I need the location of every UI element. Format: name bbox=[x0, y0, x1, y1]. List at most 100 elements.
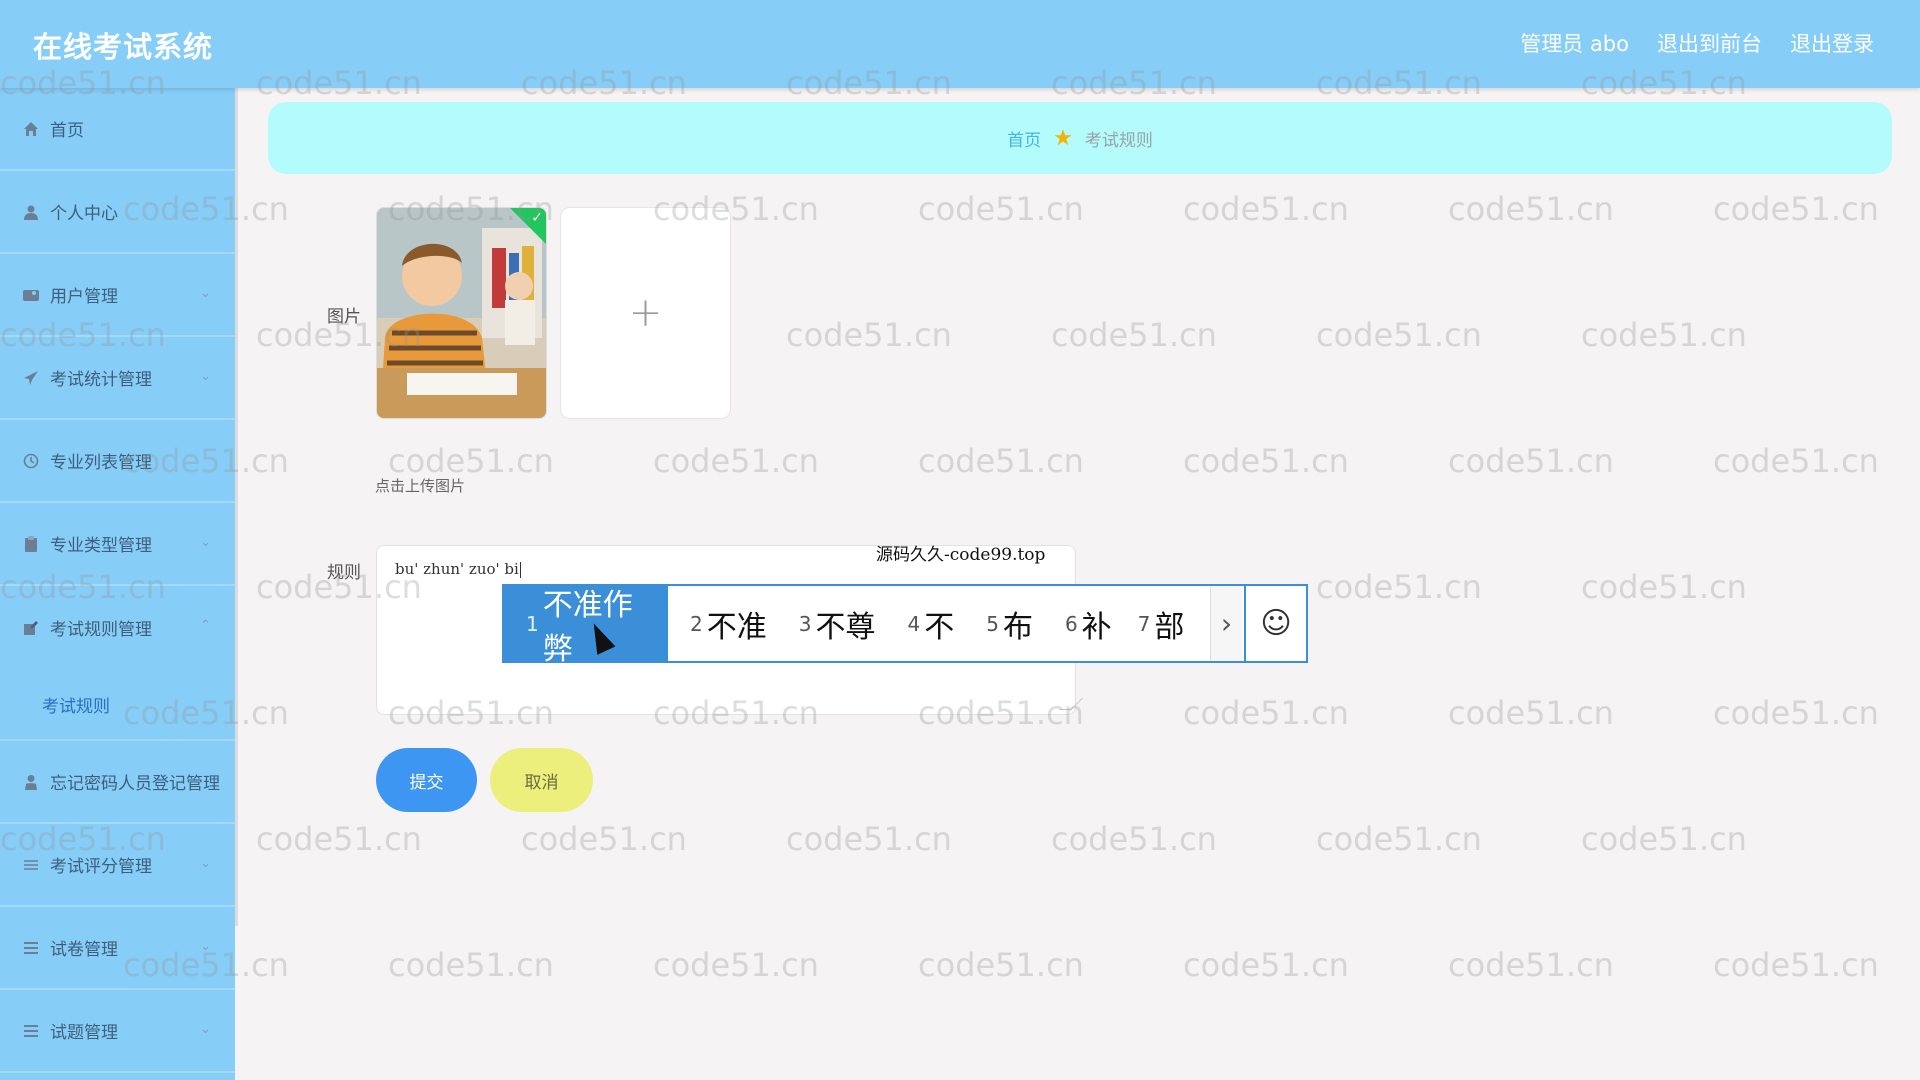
top-header: 在线考试系统 管理员 abo 退出到前台 退出登录 bbox=[0, 0, 1920, 88]
watermark: code51.cn bbox=[1051, 316, 1217, 354]
ime-candidate-bar: 1 不准作弊 2 不准 3 不尊 4 不 5 布 6 补 7 部 › ☺ bbox=[502, 584, 1308, 667]
edit-icon bbox=[22, 619, 40, 637]
sidebar-divider bbox=[235, 88, 238, 926]
ime-candidate-text: 不尊 bbox=[815, 609, 876, 645]
clock-icon bbox=[22, 452, 40, 470]
sidebar-item-user-management[interactable]: 用户管理 ⌄ bbox=[0, 254, 235, 337]
watermark: code51.cn bbox=[1316, 820, 1482, 858]
users-icon bbox=[22, 286, 40, 304]
ime-candidate-4[interactable]: 4 不 bbox=[891, 586, 970, 661]
ime-candidate-6[interactable]: 6 补 bbox=[1049, 586, 1128, 661]
add-image-button[interactable]: + bbox=[560, 207, 731, 419]
resize-grip-icon[interactable] bbox=[1059, 698, 1083, 710]
user-icon bbox=[22, 203, 40, 221]
ime-next-page-button[interactable]: › bbox=[1210, 586, 1242, 661]
breadcrumb-home-link[interactable]: 首页 bbox=[1007, 126, 1041, 151]
sidebar-item-major-type[interactable]: 专业类型管理 ⌄ bbox=[0, 503, 235, 586]
app-title: 在线考试系统 bbox=[33, 30, 214, 64]
ime-candidate-text: 布 bbox=[1002, 609, 1033, 645]
ime-candidate-text: 部 bbox=[1154, 609, 1185, 645]
watermark: code51.cn bbox=[918, 190, 1084, 228]
submit-button[interactable]: 提交 bbox=[376, 748, 477, 812]
watermark: code51.cn bbox=[1183, 694, 1349, 732]
uploaded-check-badge: ✓ bbox=[510, 208, 546, 244]
chevron-up-icon: ⌃ bbox=[200, 618, 211, 633]
ime-candidate-text: 补 bbox=[1081, 609, 1112, 645]
sidebar-item-major-list[interactable]: 专业列表管理 bbox=[0, 420, 235, 503]
cancel-button[interactable]: 取消 bbox=[490, 748, 593, 812]
sidebar-item-label: 专业列表管理 bbox=[50, 453, 152, 473]
ime-emoji-button[interactable]: ☺ bbox=[1244, 586, 1306, 661]
sidebar-item-label: 试题管理 bbox=[50, 1023, 118, 1043]
watermark: code51.cn bbox=[1713, 946, 1879, 984]
admin-user-label: 管理员 abo bbox=[1520, 32, 1629, 56]
sidebar-subitem-label: 考试规则 bbox=[42, 696, 110, 717]
sidebar-item-home[interactable]: 首页 bbox=[0, 88, 235, 171]
image-field-label: 图片 bbox=[327, 307, 361, 327]
watermark: code51.cn bbox=[1581, 568, 1747, 606]
sidebar-item-label: 考试规则管理 bbox=[50, 620, 152, 640]
logout-link[interactable]: 退出登录 bbox=[1790, 28, 1874, 58]
watermark: code51.cn bbox=[1581, 820, 1747, 858]
watermark: code51.cn bbox=[653, 442, 819, 480]
ime-candidate-3[interactable]: 3 不尊 bbox=[783, 586, 892, 661]
watermark: code51.cn bbox=[1713, 442, 1879, 480]
watermark: code51.cn bbox=[1051, 820, 1217, 858]
ime-candidate-5[interactable]: 5 布 bbox=[970, 586, 1049, 661]
sidebar-item-label: 个人中心 bbox=[50, 204, 118, 224]
sidebar-item-papers[interactable]: 试卷管理 ⌄ bbox=[0, 907, 235, 990]
send-icon bbox=[22, 369, 40, 387]
sidebar-item-exam-rules-management[interactable]: 考试规则管理 ⌃ bbox=[0, 586, 235, 669]
sidebar-item-label: 用户管理 bbox=[50, 287, 118, 307]
watermark: code51.cn bbox=[1448, 442, 1614, 480]
watermark: code51.cn bbox=[1316, 568, 1482, 606]
chevron-down-icon: ⌄ bbox=[200, 1022, 211, 1037]
ime-candidate-number: 2 bbox=[690, 611, 703, 636]
upload-hint-text: 点击上传图片 bbox=[375, 477, 466, 495]
breadcrumb: 首页 ★ 考试规则 bbox=[268, 102, 1892, 174]
sliders-icon bbox=[22, 856, 40, 874]
rules-pinyin-text: bu' zhun' zuo' bi bbox=[395, 560, 519, 578]
ime-candidate-1[interactable]: 1 不准作弊 bbox=[504, 586, 668, 667]
chevron-down-icon: ⌄ bbox=[200, 535, 211, 550]
plus-icon: + bbox=[628, 290, 663, 336]
watermark: code51.cn bbox=[786, 316, 952, 354]
text-caret bbox=[519, 562, 521, 578]
ime-candidate-2[interactable]: 2 不准 bbox=[668, 586, 783, 661]
ime-candidate-number: 6 bbox=[1064, 611, 1078, 636]
list-icon bbox=[22, 1022, 40, 1040]
sidebar-item-exam-stats[interactable]: 考试统计管理 ⌄ bbox=[0, 337, 235, 420]
ime-candidate-7[interactable]: 7 部 bbox=[1128, 586, 1195, 661]
ime-candidate-number: 7 bbox=[1137, 611, 1151, 636]
sidebar-item-questions[interactable]: 试题管理 ⌄ bbox=[0, 990, 235, 1073]
watermark: code51.cn bbox=[1183, 190, 1349, 228]
watermark: code51.cn bbox=[1448, 190, 1614, 228]
sidebar-item-label: 首页 bbox=[50, 121, 84, 141]
sidebar-item-label: 考试评分管理 bbox=[50, 857, 152, 877]
chevron-down-icon: ⌄ bbox=[200, 286, 211, 301]
breadcrumb-current: 考试规则 bbox=[1084, 130, 1153, 151]
ime-candidate-number: 1 bbox=[526, 611, 539, 636]
watermark: code51.cn bbox=[1448, 694, 1614, 732]
sidebar-item-label: 忘记密码人员登记管理 bbox=[50, 774, 220, 794]
rules-textarea-value: bu' zhun' zuo' bi bbox=[395, 560, 521, 578]
watermark: code51.cn bbox=[1448, 946, 1614, 984]
sidebar-item-exam-scoring[interactable]: 考试评分管理 ⌄ bbox=[0, 824, 235, 907]
watermark: code51.cn bbox=[388, 946, 554, 984]
uploaded-image-thumbnail[interactable]: ✓ bbox=[376, 207, 547, 419]
watermark: code51.cn bbox=[918, 442, 1084, 480]
sidebar-subitem-exam-rules[interactable]: 考试规则 bbox=[0, 669, 235, 741]
star-icon: ★ bbox=[1053, 125, 1073, 151]
watermark: code51.cn bbox=[521, 820, 687, 858]
sidebar-item-personal-center[interactable]: 个人中心 bbox=[0, 171, 235, 254]
ime-candidate-text: 不 bbox=[924, 609, 955, 645]
watermark: code51.cn bbox=[1183, 946, 1349, 984]
exit-to-frontend-link[interactable]: 退出到前台 bbox=[1657, 28, 1762, 58]
ime-candidate-number: 5 bbox=[986, 611, 999, 636]
clipboard-icon bbox=[22, 535, 40, 553]
watermark: code51.cn bbox=[256, 820, 422, 858]
home-icon bbox=[22, 120, 40, 138]
watermark: code51.cn bbox=[1581, 316, 1747, 354]
sidebar: 首页 个人中心 用户管理 ⌄ 考试统计管理 ⌄ 专业列表管理 专业类型管理 ⌄ bbox=[0, 88, 235, 1080]
sidebar-item-forgot-password-registry[interactable]: 忘记密码人员登记管理 bbox=[0, 741, 235, 824]
